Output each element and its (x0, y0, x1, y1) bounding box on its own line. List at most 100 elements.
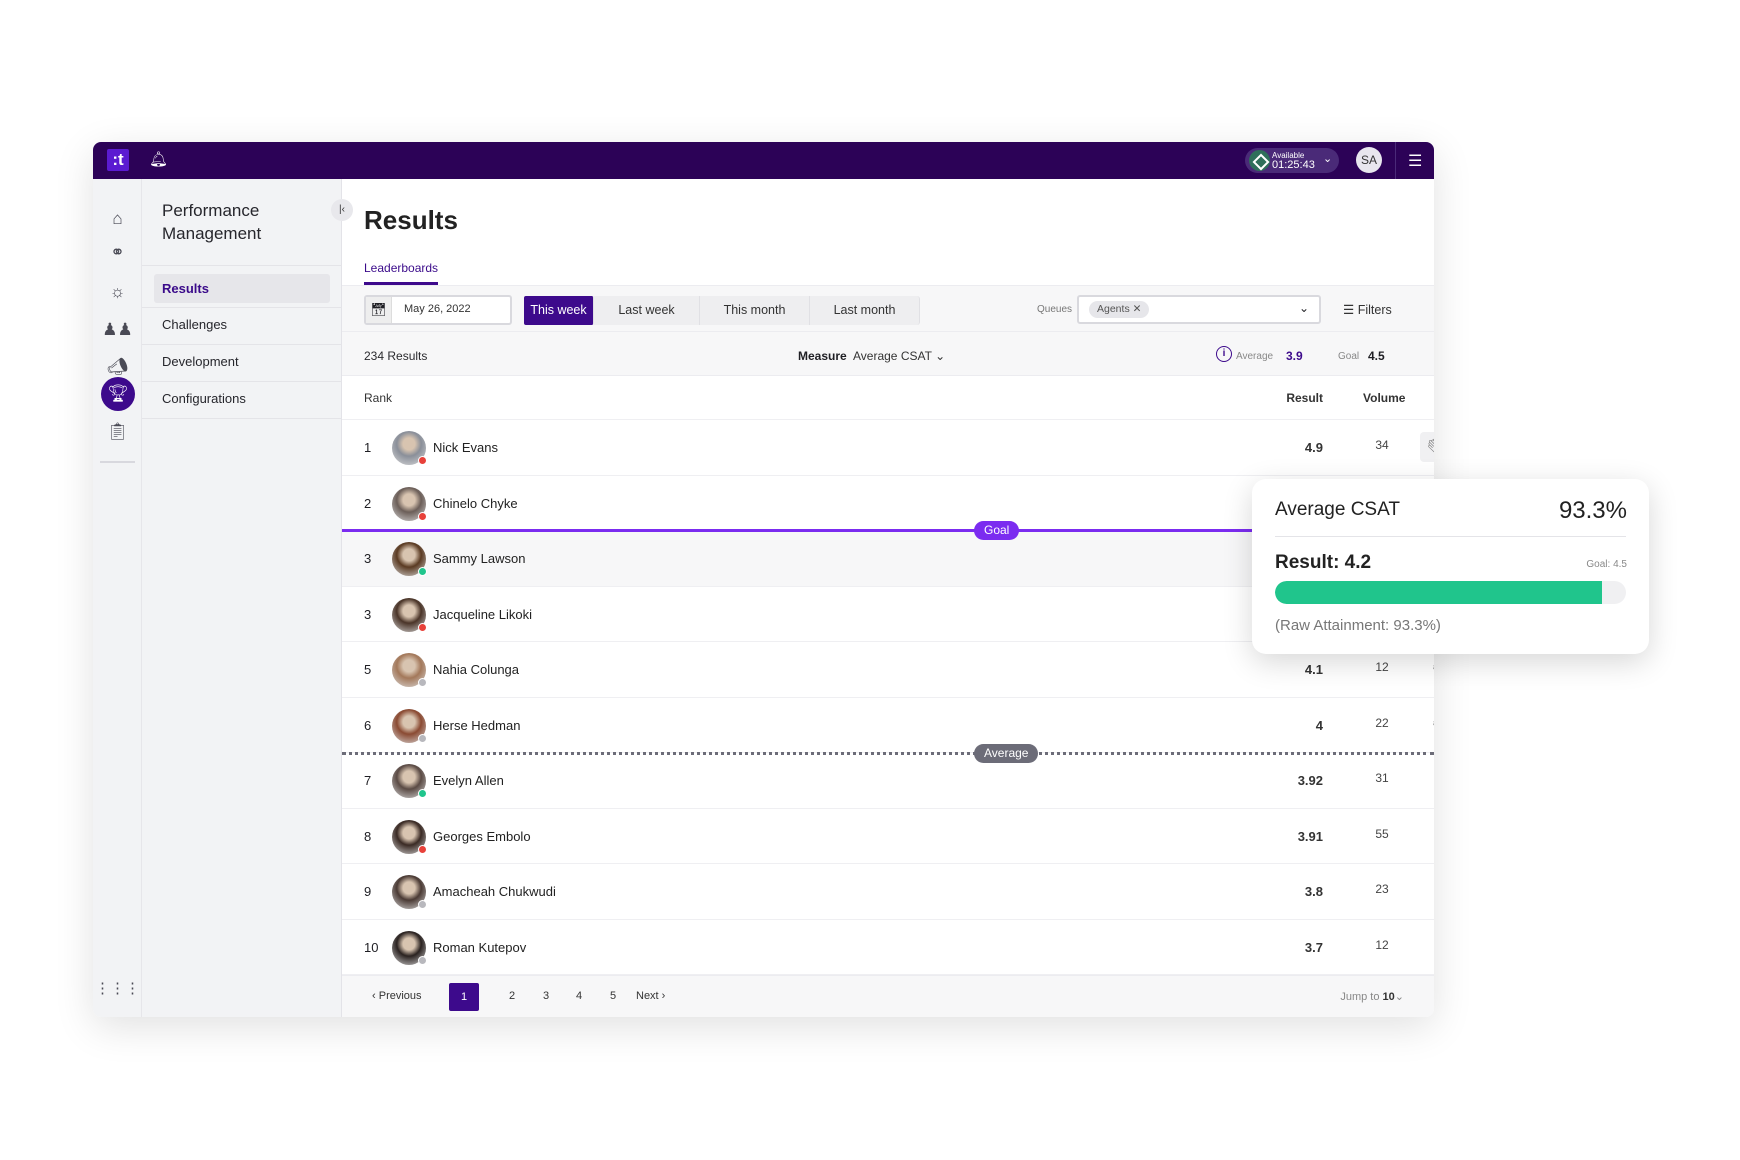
agent-name[interactable]: Georges Embolo (433, 829, 531, 844)
sidebar-item-configurations[interactable]: Configurations (154, 384, 330, 413)
rank: 5 (364, 662, 372, 677)
average-value: 3.9 (1286, 349, 1303, 363)
side-panel-icon[interactable]: ☰ (1408, 151, 1422, 171)
volume-value: 12 (1375, 660, 1389, 674)
chevron-down-icon: ⌄ (1298, 301, 1309, 315)
period-this-week[interactable]: This week (524, 296, 594, 325)
table-row[interactable]: 8 Georges Embolo 3.9155··· (342, 808, 1434, 864)
goal-value: 4.5 (1368, 349, 1385, 363)
clap-icon[interactable]: 👏︎9+ (1420, 432, 1434, 462)
page-1-button[interactable]: 1 (449, 983, 479, 1011)
sidebar-item-challenges[interactable]: Challenges (154, 310, 330, 339)
status-timer: 01:25:43 (1272, 159, 1315, 171)
next-page-button[interactable]: Next › (636, 990, 665, 1002)
agent-name[interactable]: Roman Kutepov (433, 940, 526, 955)
people-icon[interactable]: ♟♟ (93, 320, 142, 340)
table-row[interactable]: 6 Herse Hedman 422👏︎··· (342, 697, 1434, 753)
sidebar-item-development[interactable]: Development (154, 347, 330, 376)
calendar-icon[interactable]: 📅︎ (366, 297, 392, 323)
info-icon[interactable]: i (1216, 346, 1232, 362)
presence-status-dot (418, 511, 427, 521)
page-2-button[interactable]: 2 (509, 990, 515, 1002)
divider (100, 461, 135, 463)
apps-grid-icon[interactable]: ⋮⋮⋮ (93, 979, 142, 997)
page-3-button[interactable]: 3 (543, 990, 549, 1002)
tab-leaderboards[interactable]: Leaderboards (364, 261, 439, 285)
sidebar-item-results[interactable]: Results (154, 274, 330, 303)
average-marker: Average (974, 744, 1039, 763)
date-picker[interactable]: 📅︎ May 26, 2022 (364, 295, 512, 325)
collapse-sidebar-button[interactable]: |‹ (331, 199, 353, 221)
rank: 3 (364, 606, 372, 622)
volume-value: 55 (1375, 826, 1389, 841)
rank: 6 (364, 717, 372, 733)
result-value[interactable]: 3.7 (1305, 940, 1323, 955)
clipboard-icon[interactable]: 📋︎ (93, 422, 142, 442)
column-volume[interactable]: Volume (1363, 391, 1405, 405)
agent-name[interactable]: Nick Evans (433, 440, 498, 455)
period-last-month[interactable]: Last month (810, 296, 920, 325)
result-value[interactable]: 3.8 (1305, 884, 1323, 899)
agent-name[interactable]: Chinelo Chyke (433, 496, 518, 511)
tooltip-result: Result: 4.2 (1275, 552, 1372, 573)
presence-status-dot (418, 678, 427, 687)
table-row[interactable]: 7 Evelyn Allen 3.9231··· (342, 753, 1434, 809)
agent-name[interactable]: Jacqueline Likoki (433, 607, 532, 622)
agent-name[interactable]: Amacheah Chukwudi (433, 884, 556, 899)
presence-status-dot (418, 955, 427, 965)
table-row[interactable]: 10 Roman Kutepov 3.712··· (342, 919, 1434, 975)
filters-button[interactable]: ☰ Filters (1343, 302, 1392, 317)
dashboard-gauge-icon[interactable]: ⚭ (93, 243, 142, 263)
average-line: Average (342, 744, 1434, 763)
megaphone-icon[interactable]: 📣︎ (93, 357, 142, 377)
user-avatar[interactable]: SA (1356, 147, 1382, 173)
jump-to-select[interactable]: Jump to 10⌄ (1340, 990, 1404, 1003)
column-result[interactable]: Result (1286, 391, 1323, 405)
column-rank[interactable]: Rank (364, 391, 392, 405)
goal-label: Goal (1338, 351, 1360, 362)
clap-icon[interactable]: 👏︎ (1420, 710, 1434, 740)
page-title: Results (364, 205, 458, 235)
result-value[interactable]: 4.1 (1305, 662, 1323, 677)
goal-marker: Goal (974, 521, 1020, 540)
page-4-button[interactable]: 4 (576, 990, 582, 1002)
volume-value: 34 (1375, 438, 1389, 452)
previous-page-button[interactable]: ‹ Previous (372, 990, 422, 1002)
rank: 3 (364, 551, 372, 566)
presence-status-dot (418, 622, 427, 632)
page-5-button[interactable]: 5 (610, 990, 616, 1002)
close-icon[interactable]: ✕ (1133, 303, 1142, 315)
agent-name[interactable]: Evelyn Allen (433, 773, 504, 788)
measure-select[interactable]: Average CSAT ⌄ (853, 349, 945, 363)
table-row[interactable]: 9 Amacheah Chukwudi 3.823··· (342, 864, 1434, 920)
result-value[interactable]: 4 (1316, 718, 1323, 733)
queues-select[interactable]: Agents ✕ ⌄ (1077, 295, 1321, 324)
app-logo[interactable]: :t (107, 149, 129, 171)
clap-icon[interactable]: 👏︎ (1420, 654, 1434, 684)
volume-value: 22 (1375, 715, 1389, 730)
agent-name[interactable]: Sammy Lawson (433, 551, 525, 566)
presence-status-dot (418, 733, 427, 743)
period-this-month[interactable]: This month (700, 296, 810, 325)
queue-chip-agents[interactable]: Agents ✕ (1089, 301, 1150, 318)
agent-name[interactable]: Nahia Colunga (433, 662, 519, 677)
availability-status-dropdown[interactable]: Available 01:25:43 ⌄ (1245, 148, 1339, 173)
tooltip-raw-attainment: (Raw Attainment: 93.3%) (1275, 617, 1441, 634)
rank: 9 (364, 884, 372, 899)
home-icon[interactable]: ⌂ (93, 209, 142, 229)
agent-name[interactable]: Herse Hedman (433, 718, 520, 733)
section-sidebar: Performance Management Results Challenges… (142, 179, 342, 1017)
compass-icon[interactable]: ☼ (93, 282, 142, 302)
divider (1395, 142, 1396, 179)
period-last-week[interactable]: Last week (594, 296, 700, 325)
result-value[interactable]: 3.92 (1298, 773, 1323, 788)
trophy-icon[interactable]: 🏆︎ (101, 377, 135, 411)
result-value[interactable]: 3.91 (1298, 829, 1323, 844)
presence-status-dot (418, 567, 427, 576)
bell-icon[interactable]: 🔔︎ (149, 150, 168, 168)
chevron-down-icon: ⌄ (935, 349, 946, 363)
result-value[interactable]: 4.9 (1305, 440, 1323, 455)
presence-status-dot (418, 789, 427, 798)
queues-label: Queues (1037, 304, 1073, 315)
table-row[interactable]: 1 Nick Evans 4.934👏︎9+··· (342, 420, 1434, 476)
